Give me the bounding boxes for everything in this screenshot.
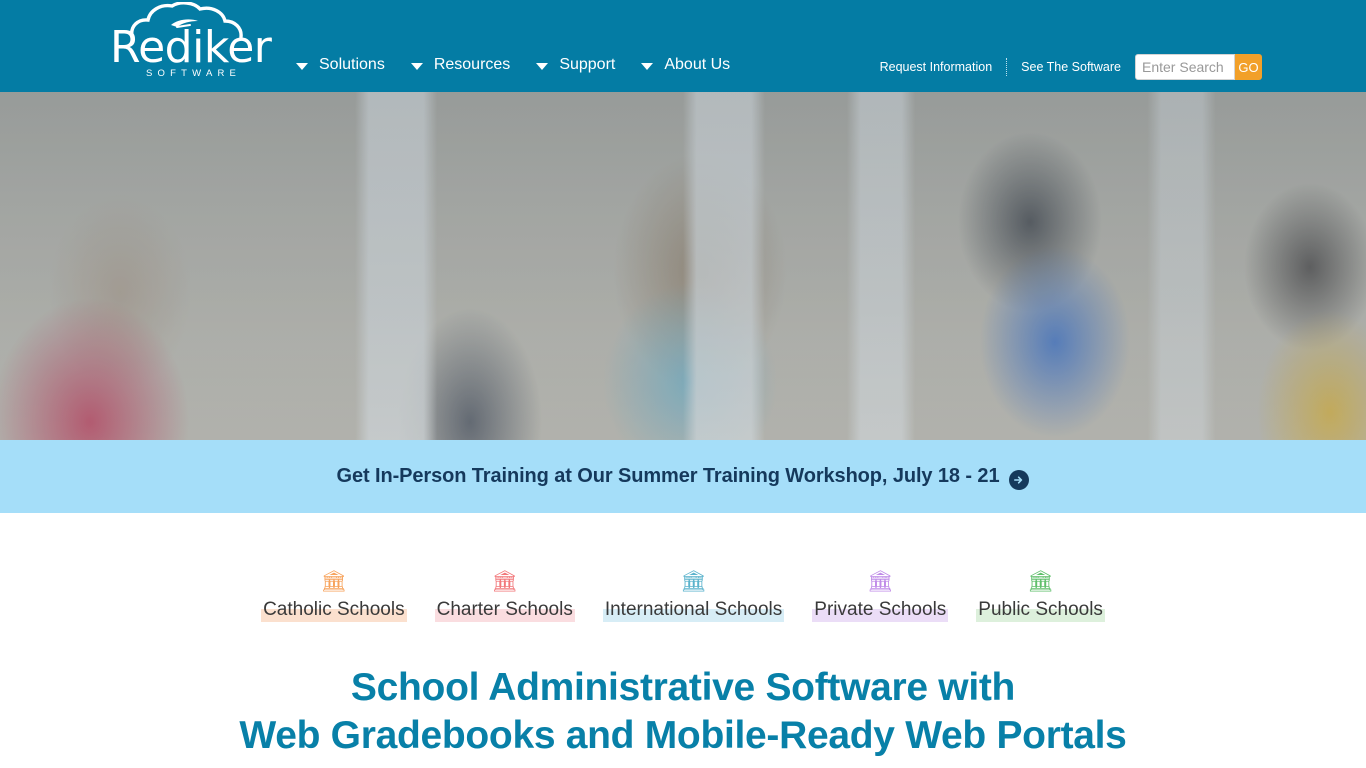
bank-building-icon: 🏛 [866, 569, 894, 593]
logo-wordmark: Rediker [110, 22, 272, 73]
search-go-button[interactable]: GO [1235, 54, 1262, 80]
nav-label: Solutions [319, 56, 385, 73]
category-international-schools[interactable]: 🏛 International Schools [589, 569, 798, 622]
utility-navigation: Request Information See The Software GO [880, 52, 1262, 82]
category-label: International Schools [602, 599, 785, 622]
category-private-schools[interactable]: 🏛 Private Schools [798, 569, 962, 622]
category-charter-schools[interactable]: 🏛 Charter Schools [421, 569, 589, 622]
site-logo[interactable]: Rediker SOFTWARE [110, 1, 272, 86]
nav-item-support[interactable]: Support [536, 56, 615, 74]
bank-building-icon: 🏛 [491, 569, 519, 593]
category-public-schools[interactable]: 🏛 Public Schools [962, 569, 1119, 622]
chevron-down-icon [536, 62, 549, 70]
chevron-down-icon [296, 62, 308, 70]
hero-image [0, 92, 1366, 440]
category-label: Public Schools [976, 599, 1105, 622]
nav-item-solutions[interactable]: Solutions [296, 56, 385, 74]
promo-banner[interactable]: Get In-Person Training at Our Summer Tra… [0, 440, 1366, 513]
bank-building-icon: 🏛 [680, 569, 707, 593]
logo-subtext: SOFTWARE [146, 68, 242, 79]
nav-item-resources[interactable]: Resources [410, 56, 511, 74]
hero-veil-overlay [0, 92, 1366, 440]
nav-label: Resources [433, 56, 511, 73]
category-label: Private Schools [812, 599, 949, 622]
main-navigation: Solutions Resources Support About Us [296, 56, 756, 74]
headline-line-1: School Administrative Software with [350, 666, 1016, 709]
bank-building-icon: 🏛 [320, 569, 348, 593]
school-category-links: 🏛 Catholic Schools 🏛 Charter Schools 🏛 I… [0, 513, 1366, 622]
bank-building-icon: 🏛 [1027, 569, 1054, 593]
page-headline: School Administrative Software with Web … [0, 622, 1366, 760]
promo-banner-text: Get In-Person Training at Our Summer Tra… [336, 465, 1000, 487]
search-input[interactable] [1135, 54, 1235, 80]
request-information-link[interactable]: Request Information [880, 60, 993, 74]
chevron-down-icon [410, 62, 423, 70]
nav-label: About Us [664, 56, 731, 73]
site-header: Rediker SOFTWARE Solutions Resources Sup… [0, 0, 1366, 92]
category-label: Catholic Schools [261, 599, 407, 622]
see-the-software-link[interactable]: See The Software [1021, 60, 1121, 74]
utility-divider [1006, 58, 1008, 76]
chevron-down-icon [641, 62, 654, 70]
arrow-right-circle-icon [1009, 469, 1030, 490]
nav-item-about-us[interactable]: About Us [641, 56, 730, 74]
category-catholic-schools[interactable]: 🏛 Catholic Schools [247, 569, 421, 622]
category-label: Charter Schools [434, 599, 575, 622]
headline-line-2: Web Gradebooks and Mobile-Ready Web Port… [239, 714, 1127, 757]
search-form: GO [1135, 54, 1262, 80]
nav-label: Support [559, 56, 616, 73]
